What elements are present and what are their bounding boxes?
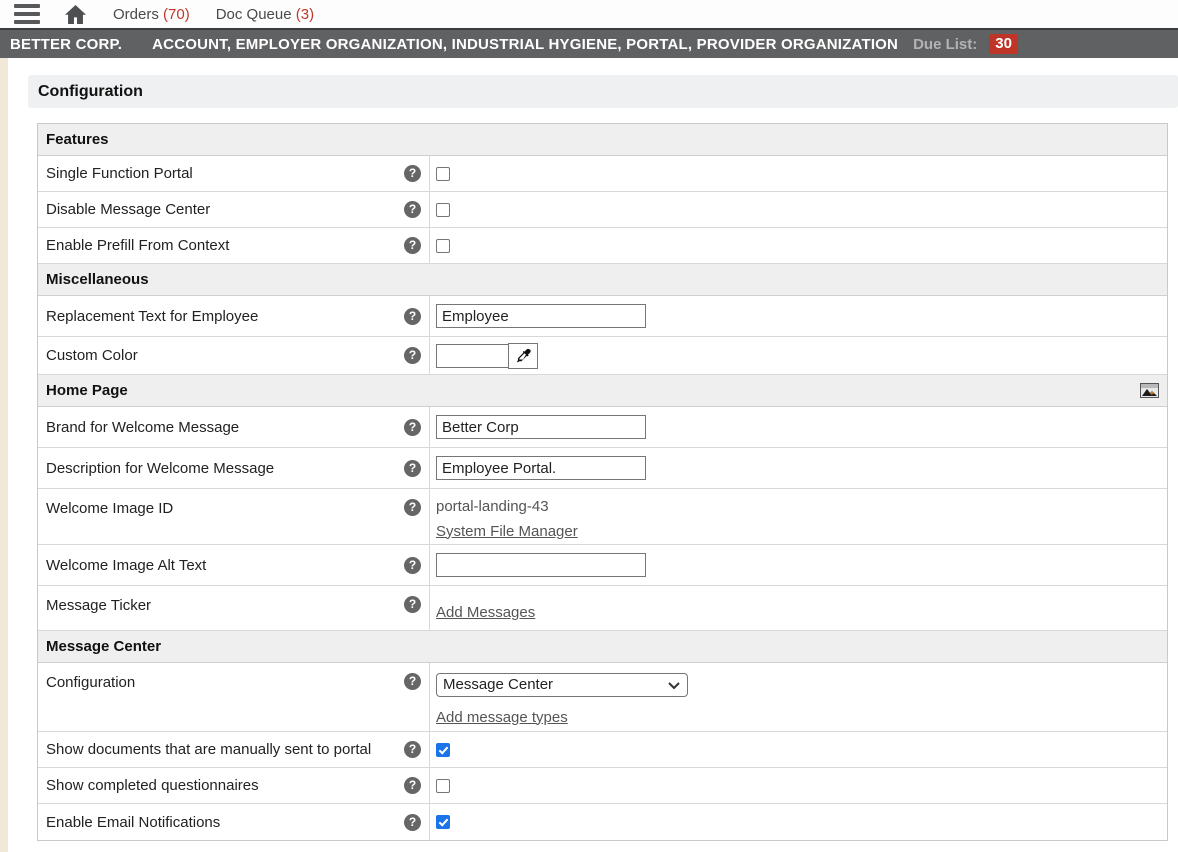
chevron-down-icon bbox=[668, 682, 680, 690]
help-icon[interactable]: ? bbox=[404, 596, 421, 613]
section-header-home-page: Home Page bbox=[38, 375, 1167, 407]
selected-option: Message Center bbox=[443, 676, 553, 693]
field-label: Description for Welcome Message bbox=[46, 459, 396, 478]
section-header-message-center: Message Center bbox=[38, 631, 1167, 663]
row-enable-prefill: Enable Prefill From Context ? bbox=[38, 228, 1167, 264]
page-title: Configuration bbox=[28, 75, 1178, 108]
field-label: Enable Email Notifications bbox=[46, 813, 396, 832]
configuration-table: Features Single Function Portal ? Disabl… bbox=[37, 123, 1168, 841]
row-custom-color: Custom Color ? bbox=[38, 337, 1167, 375]
row-disable-message-center: Disable Message Center ? bbox=[38, 192, 1167, 228]
due-list-label: Due List: bbox=[913, 36, 977, 53]
section-title: Home Page bbox=[46, 382, 128, 399]
help-icon[interactable]: ? bbox=[404, 201, 421, 218]
due-list-count-badge[interactable]: 30 bbox=[989, 34, 1018, 54]
field-label: Replacement Text for Employee bbox=[46, 307, 396, 326]
row-welcome-image-alt: Welcome Image Alt Text ? bbox=[38, 545, 1167, 586]
context-bar: BETTER CORP. ACCOUNT, EMPLOYER ORGANIZAT… bbox=[0, 28, 1178, 58]
message-center-config-select[interactable]: Message Center bbox=[436, 673, 688, 697]
doc-queue-count: (3) bbox=[296, 6, 314, 23]
row-enable-email-notifications: Enable Email Notifications ? bbox=[38, 804, 1167, 840]
brand-welcome-input[interactable] bbox=[436, 415, 646, 439]
system-file-manager-link[interactable]: System File Manager bbox=[436, 519, 578, 544]
help-icon[interactable]: ? bbox=[404, 557, 421, 574]
top-nav-bar: Orders (70) Doc Queue (3) bbox=[0, 0, 1178, 28]
help-icon[interactable]: ? bbox=[404, 460, 421, 477]
eyedropper-icon bbox=[516, 348, 531, 363]
section-title: Features bbox=[46, 131, 109, 148]
enable-prefill-checkbox[interactable] bbox=[436, 239, 450, 253]
section-title: Message Center bbox=[46, 638, 161, 655]
row-message-center-configuration: Configuration ? Message Center Add messa… bbox=[38, 663, 1167, 732]
orders-count: (70) bbox=[163, 6, 190, 23]
enable-email-notifications-checkbox[interactable] bbox=[436, 815, 450, 829]
field-label: Brand for Welcome Message bbox=[46, 418, 396, 437]
help-icon[interactable]: ? bbox=[404, 347, 421, 364]
row-welcome-image-id: Welcome Image ID ? portal-landing-43 Sys… bbox=[38, 489, 1167, 545]
field-label: Message Ticker bbox=[46, 596, 396, 615]
context-categories: ACCOUNT, EMPLOYER ORGANIZATION, INDUSTRI… bbox=[152, 36, 898, 53]
help-icon[interactable]: ? bbox=[404, 673, 421, 690]
help-icon[interactable]: ? bbox=[404, 814, 421, 831]
add-message-types-link[interactable]: Add message types bbox=[436, 705, 568, 730]
row-description-welcome: Description for Welcome Message ? bbox=[38, 448, 1167, 489]
field-label: Custom Color bbox=[46, 346, 396, 365]
disable-message-center-checkbox[interactable] bbox=[436, 203, 450, 217]
field-label: Enable Prefill From Context bbox=[46, 236, 396, 255]
field-label: Welcome Image Alt Text bbox=[46, 556, 396, 575]
field-label: Welcome Image ID bbox=[46, 499, 396, 518]
help-icon[interactable]: ? bbox=[404, 741, 421, 758]
description-welcome-input[interactable] bbox=[436, 456, 646, 480]
add-messages-link[interactable]: Add Messages bbox=[436, 600, 535, 625]
field-label: Configuration bbox=[46, 673, 396, 692]
menu-icon[interactable] bbox=[14, 4, 40, 24]
row-brand-welcome: Brand for Welcome Message ? bbox=[38, 407, 1167, 448]
orders-link[interactable]: Orders (70) bbox=[113, 6, 190, 23]
field-label: Disable Message Center bbox=[46, 200, 396, 219]
help-icon[interactable]: ? bbox=[404, 777, 421, 794]
field-label: Single Function Portal bbox=[46, 164, 396, 183]
welcome-image-id-value: portal-landing-43 bbox=[436, 494, 549, 519]
field-label: Show completed questionnaires bbox=[46, 776, 396, 795]
section-title: Miscellaneous bbox=[46, 271, 149, 288]
custom-color-input[interactable] bbox=[436, 344, 508, 368]
row-show-completed-questionnaires: Show completed questionnaires ? bbox=[38, 768, 1167, 804]
show-completed-questionnaires-checkbox[interactable] bbox=[436, 779, 450, 793]
image-icon[interactable] bbox=[1140, 383, 1159, 398]
company-name: BETTER CORP. bbox=[10, 36, 122, 53]
color-picker-button[interactable] bbox=[508, 343, 538, 369]
help-icon[interactable]: ? bbox=[404, 419, 421, 436]
section-header-features: Features bbox=[38, 124, 1167, 156]
field-label: Show documents that are manually sent to… bbox=[46, 740, 396, 759]
help-icon[interactable]: ? bbox=[404, 499, 421, 516]
section-header-miscellaneous: Miscellaneous bbox=[38, 264, 1167, 296]
help-icon[interactable]: ? bbox=[404, 308, 421, 325]
home-icon[interactable] bbox=[64, 4, 87, 25]
show-documents-checkbox[interactable] bbox=[436, 743, 450, 757]
left-margin-strip bbox=[0, 58, 8, 852]
row-replacement-text: Replacement Text for Employee ? bbox=[38, 296, 1167, 337]
doc-queue-label: Doc Queue bbox=[216, 6, 292, 23]
doc-queue-link[interactable]: Doc Queue (3) bbox=[216, 6, 314, 23]
help-icon[interactable]: ? bbox=[404, 165, 421, 182]
row-single-function-portal: Single Function Portal ? bbox=[38, 156, 1167, 192]
row-show-documents: Show documents that are manually sent to… bbox=[38, 732, 1167, 768]
orders-label: Orders bbox=[113, 6, 159, 23]
single-function-portal-checkbox[interactable] bbox=[436, 167, 450, 181]
welcome-image-alt-input[interactable] bbox=[436, 553, 646, 577]
replacement-text-input[interactable] bbox=[436, 304, 646, 328]
help-icon[interactable]: ? bbox=[404, 237, 421, 254]
row-message-ticker: Message Ticker ? Add Messages bbox=[38, 586, 1167, 631]
